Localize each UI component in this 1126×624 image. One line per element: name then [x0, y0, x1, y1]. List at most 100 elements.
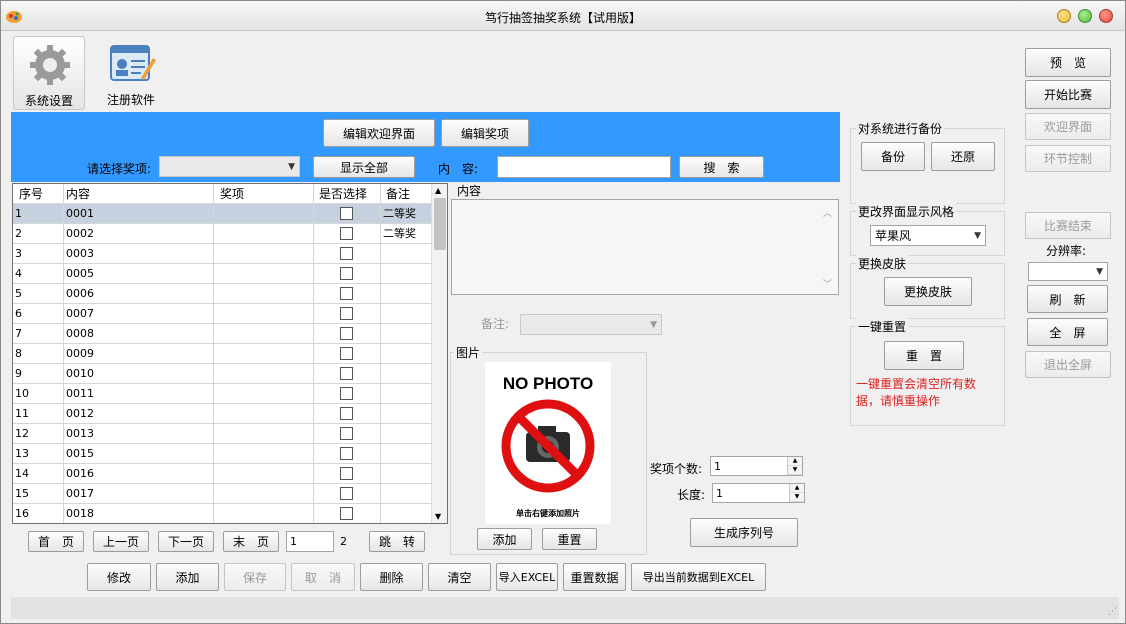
- cell-prize: [214, 404, 314, 424]
- prev-page-button[interactable]: 上一页: [93, 531, 149, 552]
- generate-serial-button[interactable]: 生成序列号: [690, 518, 798, 547]
- exit-fullscreen-button[interactable]: 退出全屏: [1025, 351, 1111, 378]
- welcome-button[interactable]: 欢迎界面: [1025, 113, 1111, 140]
- change-skin-button[interactable]: 更换皮肤: [884, 277, 972, 306]
- select-checkbox[interactable]: [340, 427, 353, 440]
- length-input[interactable]: 1 ▲ ▼: [712, 483, 805, 503]
- add-photo-button[interactable]: 添加: [477, 528, 532, 550]
- reset-button[interactable]: 重 置: [884, 341, 964, 370]
- prize-count-input[interactable]: 1 ▲ ▼: [710, 456, 803, 476]
- page-number-input[interactable]: 1: [286, 531, 334, 552]
- delete-button[interactable]: 删除: [360, 563, 423, 591]
- table-row[interactable]: 7 0008: [13, 324, 433, 344]
- import-excel-button[interactable]: 导入EXCEL: [496, 563, 558, 591]
- register-software-button[interactable]: 注册软件: [93, 36, 169, 110]
- backup-button[interactable]: 备份: [861, 142, 925, 171]
- reset-data-button[interactable]: 重置数据: [563, 563, 626, 591]
- show-all-button[interactable]: 显示全部: [313, 156, 415, 178]
- clear-button[interactable]: 清空: [428, 563, 491, 591]
- remark-select[interactable]: ▼: [520, 314, 662, 335]
- cell-no: 15: [13, 484, 64, 504]
- table-row[interactable]: 14 0016: [13, 464, 433, 484]
- content-search-input[interactable]: [497, 156, 671, 178]
- export-excel-button[interactable]: 导出当前数据到EXCEL: [631, 563, 766, 591]
- stage-control-button[interactable]: 环节控制: [1025, 145, 1111, 172]
- select-checkbox[interactable]: [340, 467, 353, 480]
- cell-content: 0005: [64, 264, 214, 284]
- edit-welcome-button[interactable]: 编辑欢迎界面: [323, 119, 435, 147]
- close-button[interactable]: [1099, 9, 1113, 23]
- select-checkbox[interactable]: [340, 367, 353, 380]
- cell-no: 11: [13, 404, 64, 424]
- cell-selected: [314, 324, 381, 344]
- resolution-select[interactable]: ▼: [1028, 262, 1108, 281]
- fullscreen-button[interactable]: 全 屏: [1027, 318, 1108, 346]
- refresh-button[interactable]: 刷 新: [1027, 285, 1108, 313]
- save-button[interactable]: 保存: [224, 563, 286, 591]
- table-row[interactable]: 10 0011: [13, 384, 433, 404]
- style-select[interactable]: 苹果风 ▼: [870, 225, 986, 246]
- first-page-button[interactable]: 首 页: [28, 531, 84, 552]
- table-row[interactable]: 1 0001 二等奖: [13, 204, 433, 224]
- select-checkbox[interactable]: [340, 347, 353, 360]
- textarea-scroll-down-icon[interactable]: ﹀: [823, 277, 832, 290]
- table-row[interactable]: 2 0002 二等奖: [13, 224, 433, 244]
- photo-placeholder[interactable]: NO PHOTO 单击右键添加照片: [485, 362, 611, 524]
- add-button[interactable]: 添加: [156, 563, 219, 591]
- search-button[interactable]: 搜 索: [679, 156, 764, 178]
- select-checkbox[interactable]: [340, 307, 353, 320]
- content-textarea[interactable]: ︿ ﹀: [451, 199, 839, 295]
- select-checkbox[interactable]: [340, 487, 353, 500]
- select-checkbox[interactable]: [340, 387, 353, 400]
- modify-button[interactable]: 修改: [87, 563, 151, 591]
- table-row[interactable]: 6 0007: [13, 304, 433, 324]
- last-page-button[interactable]: 末 页: [223, 531, 279, 552]
- select-checkbox[interactable]: [340, 287, 353, 300]
- resize-grip-icon[interactable]: ⋰: [1108, 607, 1117, 617]
- prize-count-spinner[interactable]: ▲ ▼: [787, 457, 802, 475]
- jump-button[interactable]: 跳 转: [369, 531, 425, 552]
- table-row[interactable]: 15 0017: [13, 484, 433, 504]
- select-checkbox[interactable]: [340, 227, 353, 240]
- table-row[interactable]: 8 0009: [13, 344, 433, 364]
- table-row[interactable]: 11 0012: [13, 404, 433, 424]
- col-header-prize: 奖项: [214, 184, 314, 204]
- prize-select[interactable]: ▼: [159, 156, 300, 177]
- table-row[interactable]: 16 0018: [13, 504, 433, 523]
- reset-photo-button[interactable]: 重置: [542, 528, 597, 550]
- select-checkbox[interactable]: [340, 247, 353, 260]
- minimize-button[interactable]: [1057, 9, 1071, 23]
- cell-remark: [381, 464, 433, 484]
- cell-no: 5: [13, 284, 64, 304]
- maximize-button[interactable]: [1078, 9, 1092, 23]
- system-settings-button[interactable]: 系统设置: [13, 36, 85, 110]
- length-spinner[interactable]: ▲ ▼: [789, 484, 804, 502]
- start-game-button[interactable]: 开始比赛: [1025, 80, 1111, 109]
- select-checkbox[interactable]: [340, 507, 353, 520]
- table-scrollbar[interactable]: ▲ ▼: [431, 184, 447, 523]
- scroll-thumb[interactable]: [434, 198, 446, 250]
- cancel-button[interactable]: 取 消: [291, 563, 355, 591]
- select-checkbox[interactable]: [340, 267, 353, 280]
- select-checkbox[interactable]: [340, 327, 353, 340]
- select-checkbox[interactable]: [340, 407, 353, 420]
- table-row[interactable]: 12 0013: [13, 424, 433, 444]
- preview-button[interactable]: 预 览: [1025, 48, 1111, 77]
- select-checkbox[interactable]: [340, 447, 353, 460]
- cell-content: 0011: [64, 384, 214, 404]
- scroll-up-icon[interactable]: ▲: [435, 186, 441, 195]
- end-game-button[interactable]: 比赛结束: [1025, 212, 1111, 239]
- next-page-button[interactable]: 下一页: [158, 531, 214, 552]
- select-checkbox[interactable]: [340, 207, 353, 220]
- table-row[interactable]: 4 0005: [13, 264, 433, 284]
- table-row[interactable]: 9 0010: [13, 364, 433, 384]
- edit-prize-button[interactable]: 编辑奖项: [441, 119, 529, 147]
- table-row[interactable]: 13 0015: [13, 444, 433, 464]
- table-row[interactable]: 3 0003: [13, 244, 433, 264]
- cell-prize: [214, 244, 314, 264]
- table-row[interactable]: 5 0006: [13, 284, 433, 304]
- restore-button[interactable]: 还原: [931, 142, 995, 171]
- textarea-scroll-up-icon[interactable]: ︿: [823, 206, 832, 219]
- scroll-down-icon[interactable]: ▼: [435, 512, 441, 521]
- choose-prize-label: 请选择奖项:: [87, 162, 152, 176]
